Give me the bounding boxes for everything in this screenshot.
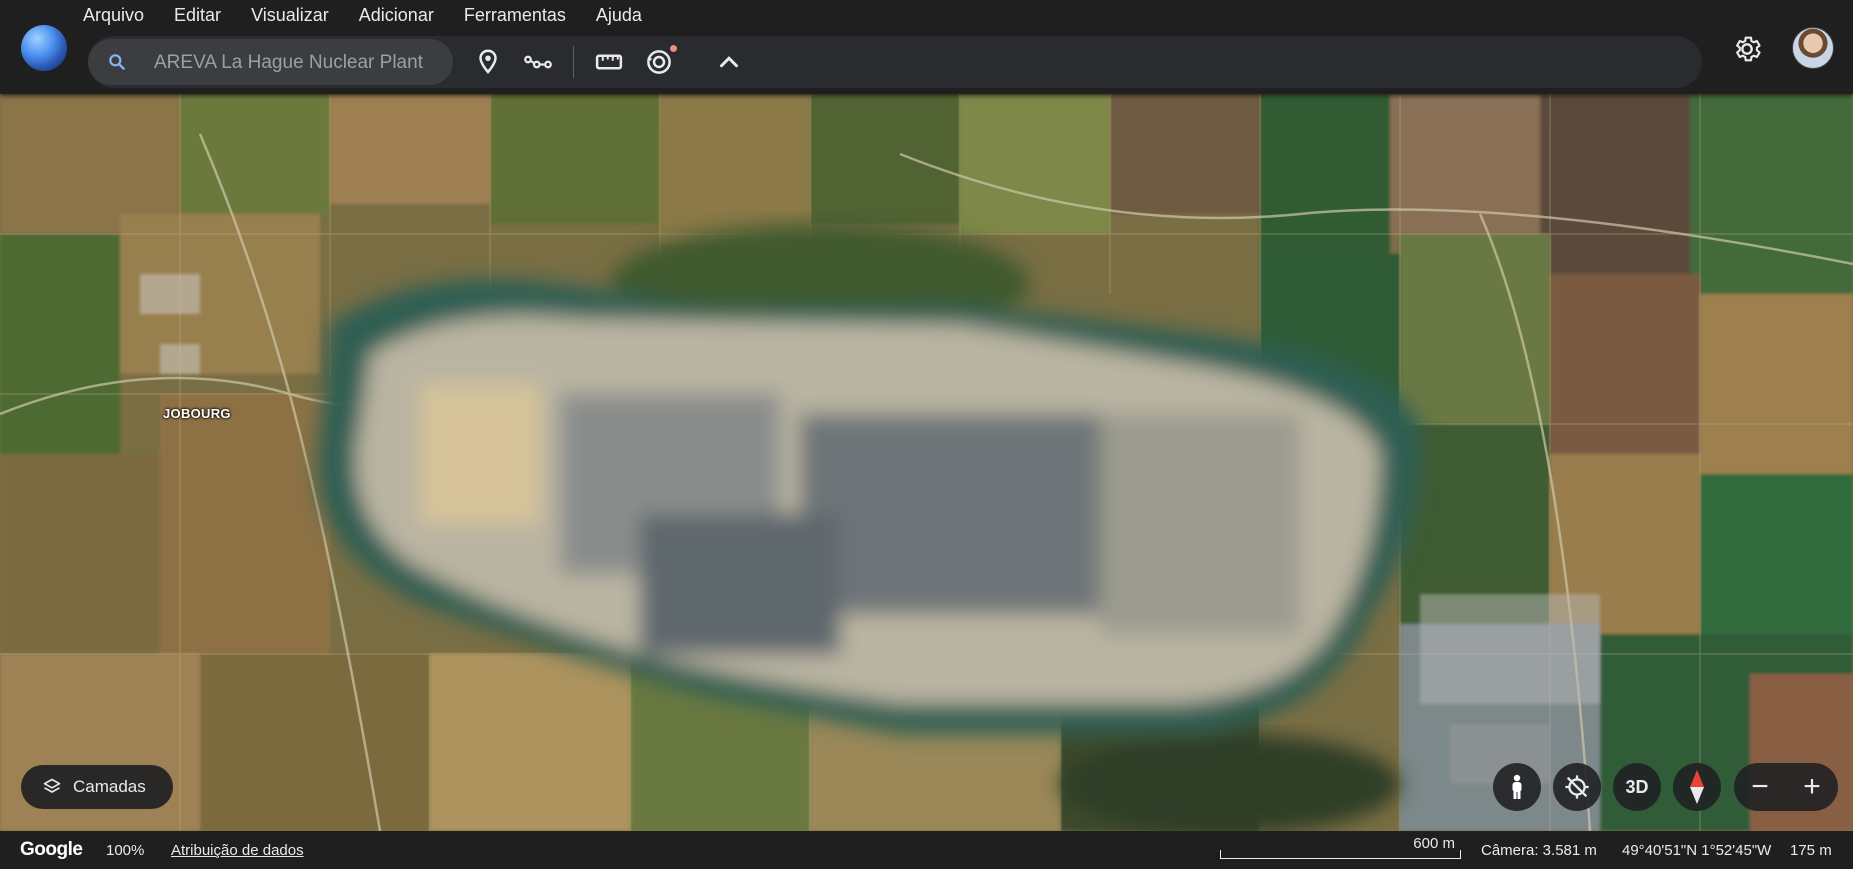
zoom-controls: − + — [1734, 763, 1838, 811]
menu-visualizar[interactable]: Visualizar — [251, 4, 329, 28]
menu-ferramentas[interactable]: Ferramentas — [464, 4, 566, 28]
search-box[interactable] — [88, 39, 453, 87]
place-label-jobourg: JOBOURG — [163, 406, 231, 421]
elevation: 175 m — [1790, 842, 1832, 859]
path-icon[interactable] — [523, 47, 553, 77]
layers-button[interactable]: Camadas — [21, 765, 173, 809]
camera-altitude: Câmera: 3.581 m — [1481, 842, 1597, 859]
pegman-button[interactable] — [1493, 763, 1541, 811]
menu-bar: Arquivo Editar Visualizar Adicionar Ferr… — [83, 4, 672, 28]
gear-icon[interactable] — [1731, 33, 1763, 65]
location-off-button[interactable] — [1553, 763, 1601, 811]
zoom-out-button[interactable]: − — [1734, 763, 1786, 811]
layers-icon — [43, 778, 61, 793]
menu-arquivo[interactable]: Arquivo — [83, 4, 144, 28]
scale-bar: 600 m — [1220, 835, 1461, 859]
coordinates: 49°40'51"N 1°52'45"W — [1622, 842, 1772, 859]
notification-dot — [670, 45, 677, 52]
toggle-3d-button[interactable]: 3D — [1613, 763, 1661, 811]
user-avatar[interactable] — [1792, 27, 1834, 69]
google-logo: Google — [20, 839, 83, 860]
menu-editar[interactable]: Editar — [174, 4, 221, 28]
scale-label: 600 m — [1413, 835, 1455, 852]
chevron-up-icon[interactable] — [714, 47, 744, 77]
voyager-icon[interactable] — [644, 47, 674, 77]
ruler-icon[interactable] — [594, 47, 624, 77]
data-attribution-link[interactable]: Atribuição de dados — [171, 842, 304, 859]
search-icon[interactable] — [107, 52, 127, 72]
zoom-percentage: 100% — [106, 842, 145, 859]
satellite-map[interactable]: JOBOURG — [0, 94, 1853, 831]
zoom-in-button[interactable]: + — [1786, 763, 1838, 811]
place-pin-icon[interactable] — [473, 47, 503, 77]
menu-adicionar[interactable]: Adicionar — [359, 4, 434, 28]
toolbar-divider — [573, 46, 574, 78]
layers-label: Camadas — [73, 777, 146, 796]
status-bar: Google 100% Atribuição de dados 600 m Câ… — [0, 831, 1853, 869]
compass-button[interactable] — [1673, 763, 1721, 811]
compass-icon — [1690, 770, 1704, 804]
google-earth-logo[interactable] — [21, 25, 67, 71]
location-off-icon — [1565, 775, 1589, 799]
pegman-icon — [1512, 774, 1522, 799]
app-header: Arquivo Editar Visualizar Adicionar Ferr… — [0, 0, 1853, 94]
menu-ajuda[interactable]: Ajuda — [596, 4, 642, 28]
map-imagery — [0, 94, 1853, 831]
search-input[interactable] — [152, 39, 446, 87]
